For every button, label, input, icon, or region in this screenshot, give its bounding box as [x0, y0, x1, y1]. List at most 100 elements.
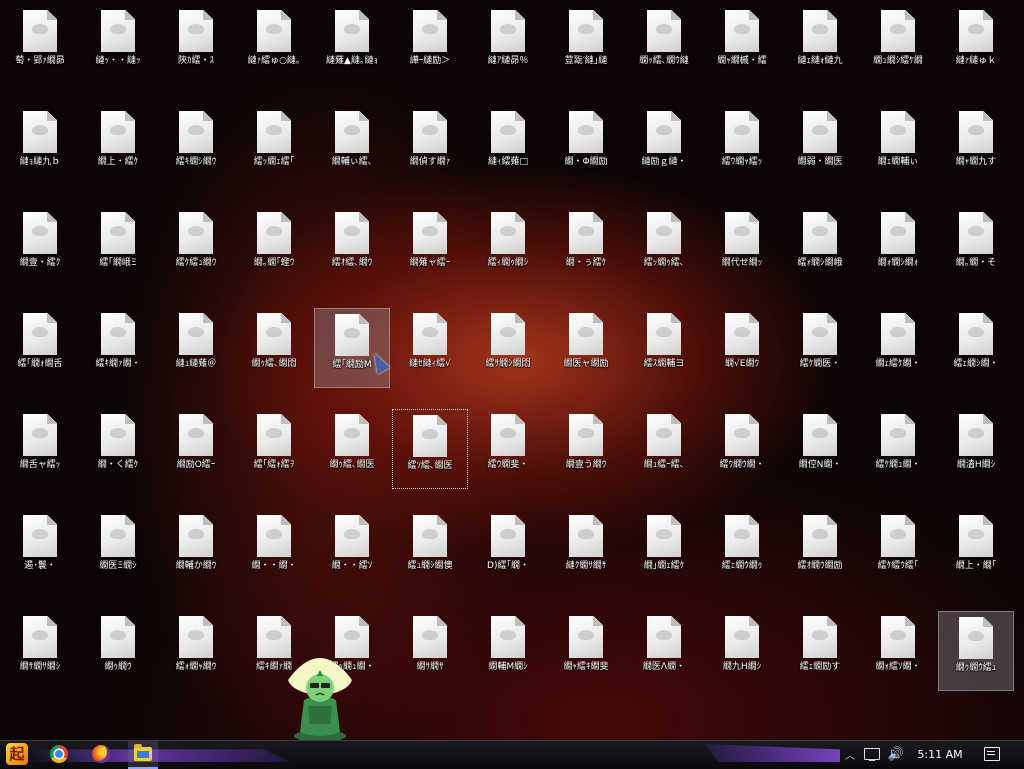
- desktop-file-icon[interactable]: 繧ｻ繝ｼ繝悶: [470, 308, 546, 388]
- desktop-file-icon[interactable]: 繝√Ε繝ｳ: [704, 308, 780, 388]
- desktop-file-icon[interactable]: 繧｢繧ｫ繧ｦ: [236, 409, 312, 489]
- desktop-file-icon[interactable]: 繧ｳ繝ｳ繝・: [704, 409, 780, 489]
- desktop-file-icon[interactable]: 繧ｯ繝ｩ繧､: [626, 207, 702, 287]
- desktop-file-icon[interactable]: 繝ｭ繧ｰ繧､: [626, 409, 702, 489]
- desktop-file-icon[interactable]: 繝輔Μ繝ｼ: [470, 611, 546, 691]
- desktop-file-icon[interactable]: 繝・・繝・: [236, 510, 312, 590]
- desktop-file-icon[interactable]: 繧｢繝ｫ繝舌: [2, 308, 78, 388]
- desktop-file-icon[interactable]: 繧｢繝峨Ξ: [80, 207, 156, 287]
- start-button[interactable]: 起: [2, 741, 32, 767]
- desktop-file-icon[interactable]: 縺薙▲縺｡縺ｮ: [314, 5, 390, 85]
- desktop-file-icon[interactable]: 縺ｭ縺薙＠: [158, 308, 234, 388]
- file-name-label: 繝輔Μ繝ｼ: [488, 662, 528, 672]
- network-button[interactable]: [862, 741, 882, 767]
- desktop-file-icon[interactable]: 繧ｭ繝ｼ繝懊: [392, 510, 468, 590]
- desktop-file-icon[interactable]: 繝・・繧ｿ: [314, 510, 390, 590]
- desktop-file-icon[interactable]: 繧ｳ繝斐・: [470, 409, 546, 489]
- desktop-file-icon[interactable]: 繝｡繝・そ: [938, 207, 1014, 287]
- desktop-file-icon[interactable]: 繧ｿ繧､繝医: [392, 409, 468, 489]
- desktop-file-icon[interactable]: 萄・郢ｧ繝昴: [2, 5, 78, 85]
- desktop-file-icon[interactable]: 縺ｯ・・縺ｯ: [80, 5, 156, 85]
- desktop-file-icon[interactable]: 繧ｫ繝ｬ繝ｳ: [158, 611, 234, 691]
- desktop-file-icon[interactable]: 縺ｸ繝ｻ繝ｻ: [548, 510, 624, 590]
- desktop-file-icon[interactable]: 繝励Ο繧ｰ: [158, 409, 234, 489]
- desktop-file-icon[interactable]: 繝｣繝ｪ繧ｹ: [626, 510, 702, 590]
- desktop-file-icon[interactable]: 繝ｬ繧ｷ繝斐: [548, 611, 624, 691]
- action-center-button[interactable]: [980, 741, 1004, 767]
- desktop-file-icon[interactable]: 繧ｹ繧ｭ繝ｳ: [158, 207, 234, 287]
- show-hidden-icons-button[interactable]: ︿: [842, 741, 858, 767]
- taskbar-firefox-button[interactable]: [88, 741, 114, 767]
- desktop-file-icon[interactable]: 繧｢繝励Μ: [314, 308, 390, 388]
- desktop[interactable]: 萄・郢ｧ繝昴 縺ｯ・・縺ｯ 陝ｶ繧・ｽ 縺ｧ繧ゅ○縺｡ 縺薙▲縺｡縺ｮ 譁ｰ縺励＞ 縺ｱ縺昴…: [0, 0, 1024, 740]
- desktop-file-icon[interactable]: 繧ｵ繧､繝ｳ: [314, 207, 390, 287]
- desktop-file-icon[interactable]: 繧ｪ繝励す: [782, 611, 858, 691]
- desktop-file-icon[interactable]: 繧ｫ繝ｼ繝峨: [782, 207, 858, 287]
- volume-button[interactable]: 🔊: [886, 741, 906, 767]
- desktop-file-icon[interactable]: 繝ｪ繝輔ぃ: [860, 106, 936, 186]
- desktop-file-icon[interactable]: 縺ｧ縺ゅｋ: [938, 5, 1014, 85]
- desktop-file-icon[interactable]: 陝ｶ繧・ｽ: [158, 5, 234, 85]
- desktop-file-icon[interactable]: 荳翫′縺｣縺: [548, 5, 624, 85]
- desktop-file-icon[interactable]: 遏･鬟・: [2, 510, 78, 590]
- desktop-file-icon[interactable]: 縺ｨ繧薙□: [470, 106, 546, 186]
- desktop-file-icon[interactable]: 繧ｳ繝ｬ繧ｯ: [704, 106, 780, 186]
- desktop-file-icon[interactable]: 繝弱・繝医: [782, 106, 858, 186]
- desktop-file-icon[interactable]: 繝薙ャ繧ｰ: [392, 207, 468, 287]
- desktop-file-icon[interactable]: 繧ｹ繝医・: [782, 308, 858, 388]
- desktop-file-icon[interactable]: 繧ｷ繝ｼ繝ｳ: [158, 106, 234, 186]
- desktop-file-icon[interactable]: 繝舌ャ繧ｯ: [2, 409, 78, 489]
- desktop-file-icon[interactable]: 繝ｫ繝ｼ繝ｫ: [860, 207, 936, 287]
- desktop-file-icon[interactable]: 繧ｯ繝ｪ繧｢: [236, 106, 312, 186]
- desktop-file-icon[interactable]: 繧ｹ繧ｳ繧｢: [860, 510, 936, 590]
- desktop-file-icon[interactable]: 縺ｱ縺昴％: [470, 5, 546, 85]
- desktop-file-icon[interactable]: 繝ｯ繧､繝ｳ縺: [626, 5, 702, 85]
- desktop-file-icon[interactable]: D)繧｢繝・: [470, 510, 546, 590]
- desktop-file-icon[interactable]: 繝ｬ繝九す: [938, 106, 1014, 186]
- desktop-file-icon[interactable]: 繝・く繧ｹ: [80, 409, 156, 489]
- desktop-file-icon[interactable]: 繝代せ繝ｯ: [704, 207, 780, 287]
- desktop-file-icon[interactable]: 繝ｩ繝ｳ: [80, 611, 156, 691]
- desktop-file-icon[interactable]: 縺ｮ縺九ｂ: [2, 106, 78, 186]
- desktop-file-icon[interactable]: 繧ｷ繝ｧ繝・: [80, 308, 156, 388]
- taskbar-file-explorer-button[interactable]: [128, 741, 158, 769]
- desktop-file-icon[interactable]: 繝・ぅ繧ｹ: [548, 207, 624, 287]
- desktop-file-icon[interactable]: 繝ｭ繝ｼ繧ｹ繝: [860, 5, 936, 85]
- desktop-file-icon[interactable]: 繧ｪ繝ｳ繝ｩ: [704, 510, 780, 590]
- desktop-file-icon[interactable]: 繝上・繝｢: [938, 510, 1014, 590]
- desktop-file-icon[interactable]: 繧ｪ繝ｼ繝・: [938, 308, 1014, 388]
- desktop-file-icon[interactable]: 繧ｨ繝ｩ繝ｼ: [470, 207, 546, 287]
- desktop-file-icon[interactable]: 繝医Λ繝・: [626, 611, 702, 691]
- desktop-file-icon[interactable]: 繝倥Ν繝・: [782, 409, 858, 489]
- desktop-file-icon[interactable]: 譁ｰ縺励＞: [392, 5, 468, 85]
- desktop-file-icon[interactable]: 繧ｹ繝ｭ繝・: [860, 409, 936, 489]
- desktop-file-icon[interactable]: 繝偵す繝ｧ: [392, 106, 468, 186]
- taskbar-chrome-button[interactable]: [46, 741, 72, 767]
- desktop-file-icon[interactable]: 繝溘Η繝ｼ: [938, 409, 1014, 489]
- desktop-file-icon[interactable]: 繝九Η繝ｼ: [704, 611, 780, 691]
- desktop-file-icon[interactable]: 繝｡繝｢蟶ｳ: [236, 207, 312, 287]
- desktop-file-icon[interactable]: 繝ｩ繧､繝医: [314, 409, 390, 489]
- desktop-file-icon[interactable]: 縺励ｇ縺・: [626, 106, 702, 186]
- desktop-file-icon[interactable]: 繝ｻ繝ｻ繝ｼ: [2, 611, 78, 691]
- desktop-file-icon[interactable]: 繝上・繧ｹ: [80, 106, 156, 186]
- desktop-file-icon[interactable]: 繝ｻ繝ｻ: [392, 611, 468, 691]
- desktop-file-icon[interactable]: 繧ｵ繝ｳ繝励: [782, 510, 858, 590]
- desktop-file-icon[interactable]: 縺ｾ縺ｨ繧√: [392, 308, 468, 388]
- clock[interactable]: 5:11 AM: [912, 741, 968, 767]
- desktop-file-icon[interactable]: 繝ｬ繝槭・繧: [704, 5, 780, 85]
- desktop-file-icon[interactable]: 繝ｫ繧ｿ繝・: [860, 611, 936, 691]
- desktop-file-icon[interactable]: 繝・Φ繝励: [548, 106, 624, 186]
- desktop-file-icon[interactable]: 繝ｩ繧､繝悶: [236, 308, 312, 388]
- desktop-file-icon[interactable]: 縺ｧ繧ゅ○縺｡: [236, 5, 312, 85]
- desktop-file-icon[interactable]: 繝輔か繝ｳ: [158, 510, 234, 590]
- desktop-file-icon[interactable]: 繝輔ぃ繧､: [314, 106, 390, 186]
- desktop-file-icon[interactable]: 繝壹う繝ｳ: [548, 409, 624, 489]
- desktop-file-icon[interactable]: 繝壹・繧ｸ: [2, 207, 78, 287]
- desktop-file-icon[interactable]: 繝ｩ繝ｳ繧ｭ: [938, 611, 1014, 691]
- desktop-file-icon[interactable]: 繧ｽ繝輔ヨ: [626, 308, 702, 388]
- desktop-file-icon[interactable]: 縺ｪ縺ｫ縺九: [782, 5, 858, 85]
- desktop-file-icon[interactable]: 繝医ャ繝励: [548, 308, 624, 388]
- desktop-file-icon[interactable]: 繝ｪ繧ｹ繝・: [860, 308, 936, 388]
- desktop-file-icon[interactable]: 繝医Ξ繝ｼ: [80, 510, 156, 590]
